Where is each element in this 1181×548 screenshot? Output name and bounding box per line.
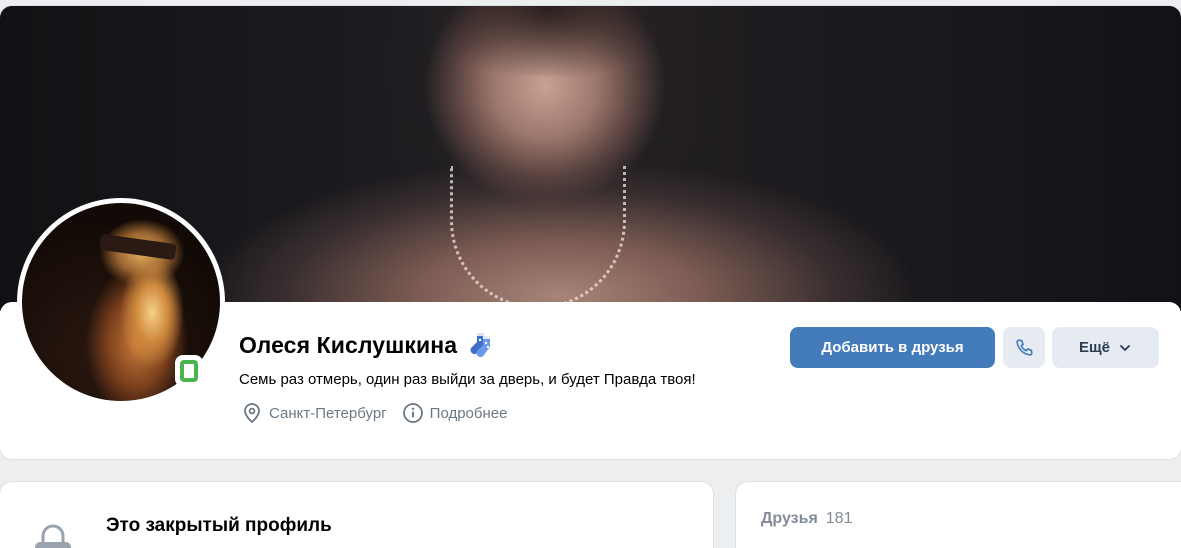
name-row: Олеся Кислушкина [239, 330, 497, 360]
info-icon [402, 403, 423, 423]
friends-label: Друзья [761, 510, 818, 527]
cover-shading [430, 6, 670, 76]
city-label: Санкт-Петербург [269, 404, 387, 422]
more-button[interactable]: Ещё [1052, 327, 1159, 368]
profile-name: Олеся Кислушкина [239, 331, 458, 358]
closed-profile-card: Это закрытый профиль [0, 482, 713, 548]
location-pin-icon [244, 403, 260, 424]
city-item[interactable]: Санкт-Петербург [241, 402, 387, 424]
profile-meta: Санкт-Петербург Подробнее [241, 402, 522, 424]
online-mobile-badge [175, 355, 203, 387]
lock-icon [35, 524, 71, 548]
mobile-icon [180, 360, 198, 382]
chevron-down-icon [1120, 344, 1130, 351]
cover-necklace-detail [450, 166, 626, 309]
details-link[interactable]: Подробнее [402, 402, 508, 424]
profile-status: Семь раз отмерь, один раз выйди за дверь… [239, 371, 696, 388]
friends-header[interactable]: Друзья 181 [761, 510, 852, 528]
more-label: Ещё [1078, 339, 1110, 356]
friends-count: 181 [825, 510, 853, 527]
call-button[interactable] [1003, 327, 1045, 368]
phone-icon [1016, 338, 1033, 356]
socks-icon[interactable] [467, 330, 497, 360]
avatar-detail [99, 233, 177, 261]
closed-profile-title: Это закрытый профиль [106, 515, 332, 536]
details-label: Подробнее [429, 404, 508, 422]
add-friend-button[interactable]: Добавить в друзья [790, 327, 995, 368]
friends-card[interactable]: Друзья 181 [736, 482, 1181, 548]
page: Олеся Кислушкина Семь раз отмерь, один р… [0, 0, 1181, 548]
